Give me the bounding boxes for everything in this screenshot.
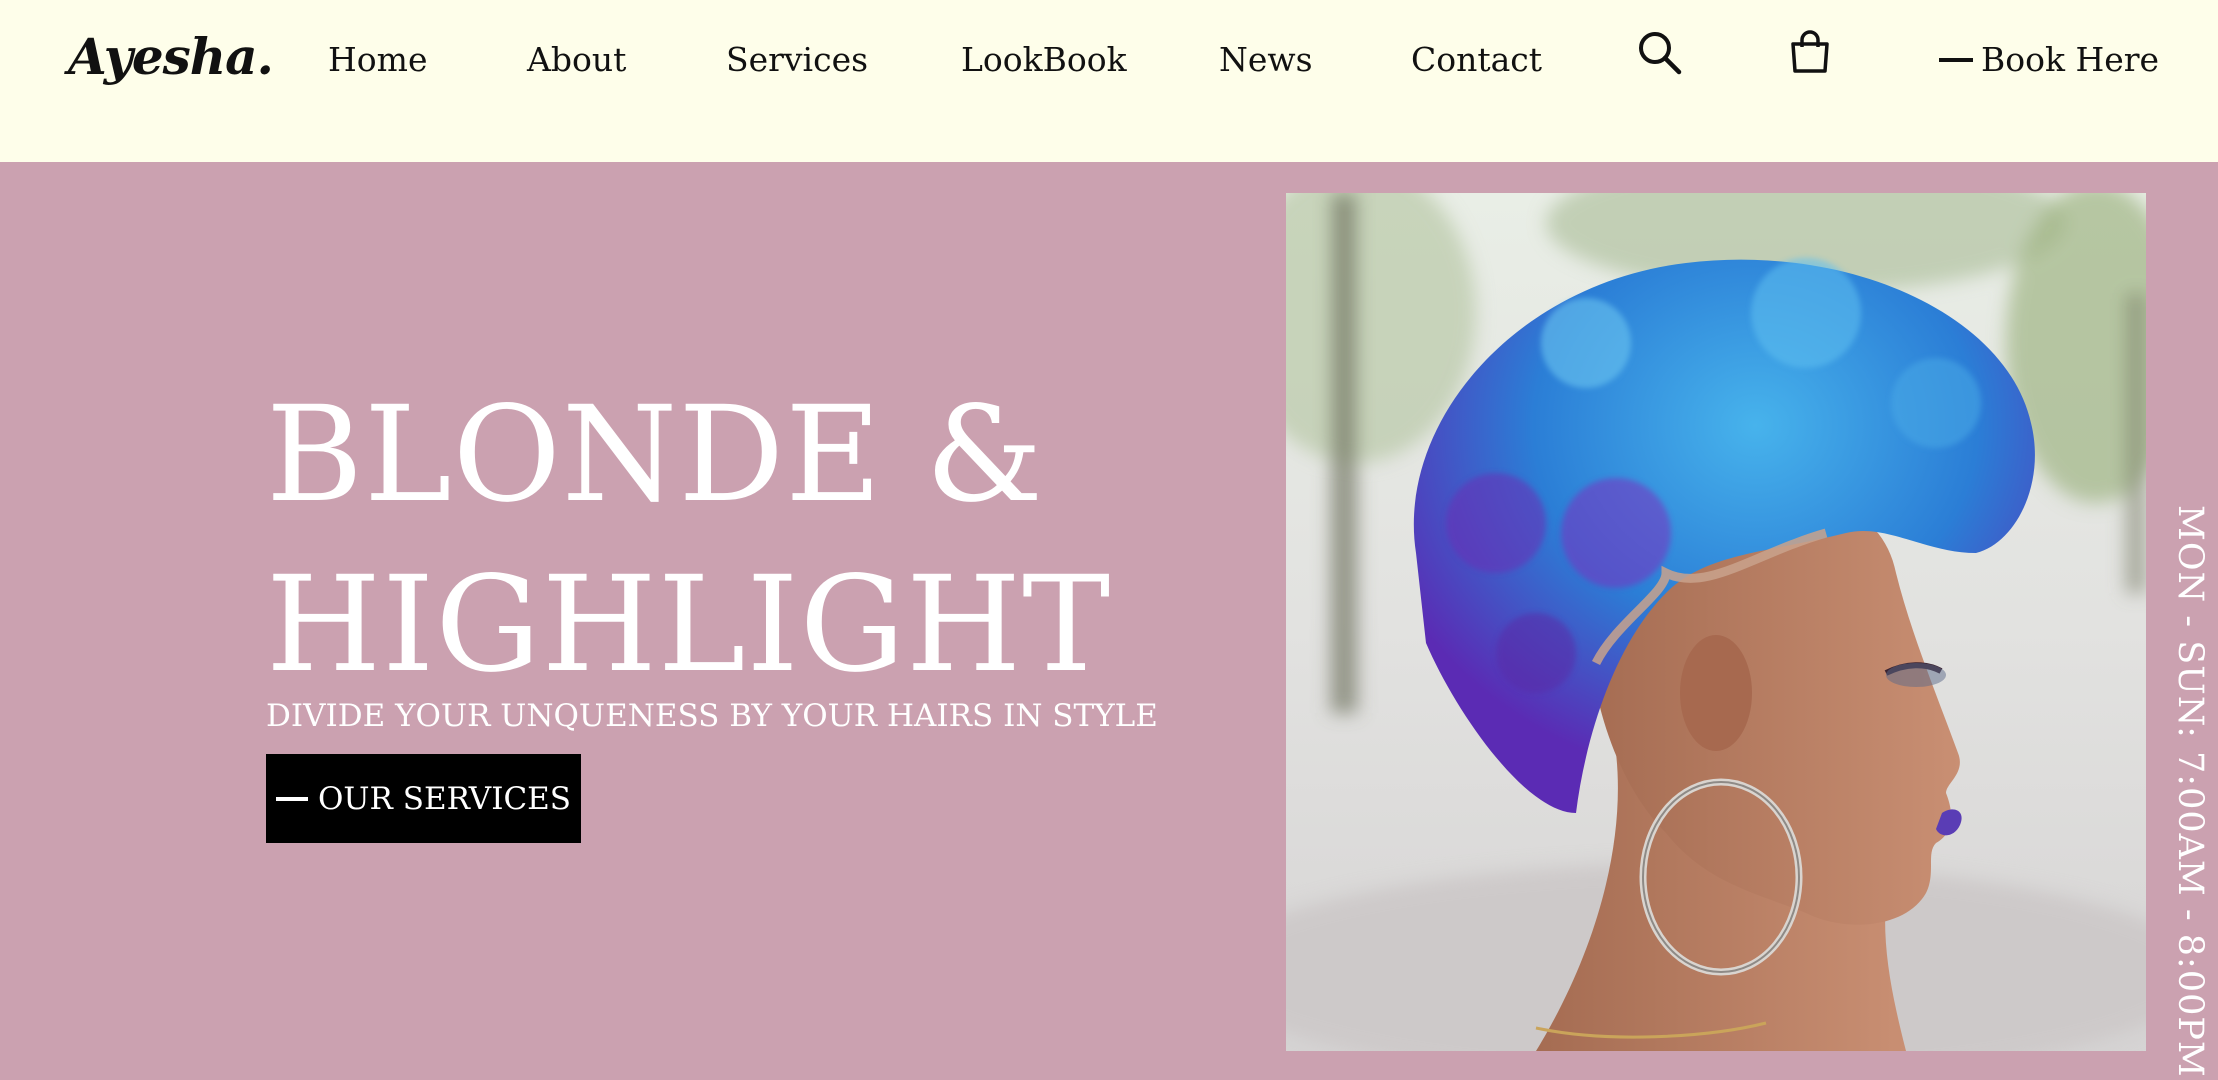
hero-title-line-1: BLONDE &: [266, 378, 1045, 532]
nav-link-home[interactable]: Home: [328, 38, 427, 82]
nav-link-contact[interactable]: Contact: [1411, 38, 1542, 82]
dash-icon: [1939, 58, 1973, 62]
opening-hours: MON - SUN: 7:00AM - 8:00PM: [2170, 505, 2210, 1080]
opening-hours-text: MON - SUN: 7:00AM - 8:00PM: [2170, 505, 2210, 1078]
hero-title: BLONDE & HIGHLIGHT: [266, 370, 1166, 710]
dash-icon: [275, 796, 308, 801]
shopping-bag-icon[interactable]: [1788, 30, 1832, 74]
book-here-label: Book Here: [1981, 40, 2160, 79]
search-icon[interactable]: [1637, 30, 1683, 76]
hero-title-line-2: HIGHLIGHT: [266, 548, 1112, 702]
nav-link-about[interactable]: About: [527, 38, 626, 82]
hero-subtitle: DIVIDE YOUR UNQUENESS BY YOUR HAIRS IN S…: [266, 698, 1158, 734]
hero-photo: [1286, 193, 2146, 1051]
nav-link-lookbook[interactable]: LookBook: [961, 38, 1127, 82]
brand-logo[interactable]: Ayesha.: [68, 22, 274, 92]
our-services-label: OUR SERVICES: [317, 780, 572, 817]
nav-link-news[interactable]: News: [1219, 38, 1313, 82]
top-navigation-bar: Ayesha. Home About Services LookBook New…: [0, 0, 2218, 162]
nav-link-services[interactable]: Services: [726, 38, 868, 82]
book-here-link[interactable]: Book Here: [1939, 38, 2159, 82]
our-services-button[interactable]: OUR SERVICES: [266, 754, 581, 843]
